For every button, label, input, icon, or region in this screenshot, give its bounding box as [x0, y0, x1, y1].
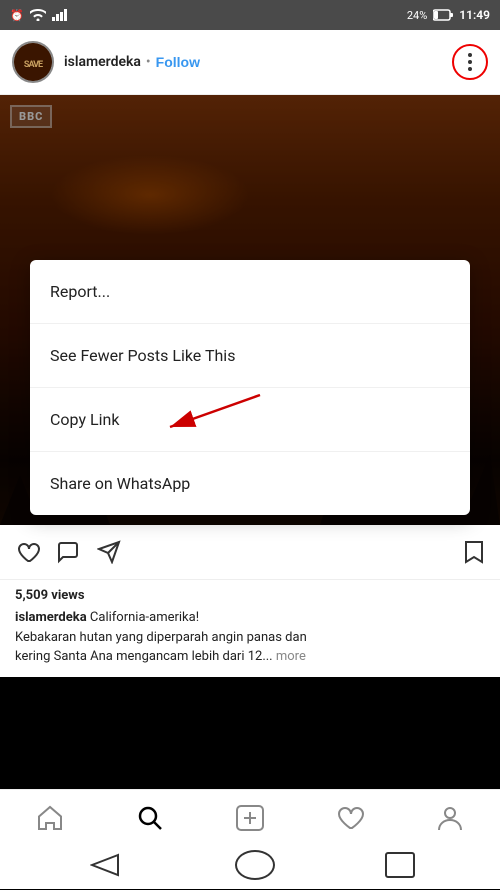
wifi-icon — [30, 9, 46, 21]
caption-username[interactable]: islamerdeka — [15, 610, 87, 625]
nav-icons — [0, 790, 500, 845]
post-actions — [0, 525, 500, 580]
post-header: SAVE islamerdeka • Follow — [0, 30, 500, 95]
header-info: islamerdeka • Follow — [64, 54, 452, 70]
dot-separator: • — [146, 54, 151, 70]
context-menu: Report... See Fewer Posts Like This Copy… — [30, 260, 470, 515]
menu-item-share-whatsapp[interactable]: Share on WhatsApp — [30, 452, 470, 515]
username-label[interactable]: islamerdeka — [64, 54, 141, 70]
menu-item-fewer-posts[interactable]: See Fewer Posts Like This — [30, 324, 470, 388]
battery-percent: 24% — [407, 9, 427, 22]
status-bar: ⏰ 24% 11:49 — [0, 0, 500, 30]
android-nav-buttons — [0, 845, 500, 890]
alarm-icon: ⏰ — [10, 9, 24, 22]
share-button[interactable] — [97, 539, 123, 565]
bookmark-button[interactable] — [463, 541, 485, 563]
follow-button[interactable]: Follow — [156, 54, 200, 70]
action-icons-left — [15, 539, 463, 565]
views-count: 5,509 views — [15, 588, 485, 603]
nav-home-button[interactable] — [25, 795, 75, 840]
nav-add-button[interactable] — [225, 795, 275, 840]
svg-text:SAVE: SAVE — [24, 60, 43, 70]
android-recent-button[interactable] — [385, 852, 415, 878]
status-bar-left: ⏰ — [10, 9, 68, 22]
comment-button[interactable] — [56, 539, 82, 565]
status-bar-right: 24% 11:49 — [407, 8, 490, 22]
avatar[interactable]: SAVE — [12, 41, 54, 83]
nav-activity-button[interactable] — [325, 795, 375, 840]
like-button[interactable] — [15, 539, 41, 565]
menu-item-report[interactable]: Report... — [30, 260, 470, 324]
caption: islamerdeka California-amerika!Kebakaran… — [15, 608, 485, 667]
signal-icon — [52, 9, 68, 21]
more-options-button[interactable] — [452, 44, 488, 80]
avatar-image: SAVE — [14, 43, 52, 81]
more-link[interactable]: more — [276, 649, 306, 664]
nav-search-button[interactable] — [125, 795, 175, 840]
three-dots-icon — [468, 53, 472, 71]
bottom-nav — [0, 789, 500, 889]
status-time: 11:49 — [459, 8, 490, 22]
android-back-button[interactable] — [85, 850, 125, 880]
android-home-button[interactable] — [235, 850, 275, 880]
post-info: 5,509 views islamerdeka California-ameri… — [0, 580, 500, 677]
battery-icon — [433, 9, 453, 21]
menu-item-copy-link[interactable]: Copy Link — [30, 388, 470, 452]
nav-profile-button[interactable] — [425, 795, 475, 840]
